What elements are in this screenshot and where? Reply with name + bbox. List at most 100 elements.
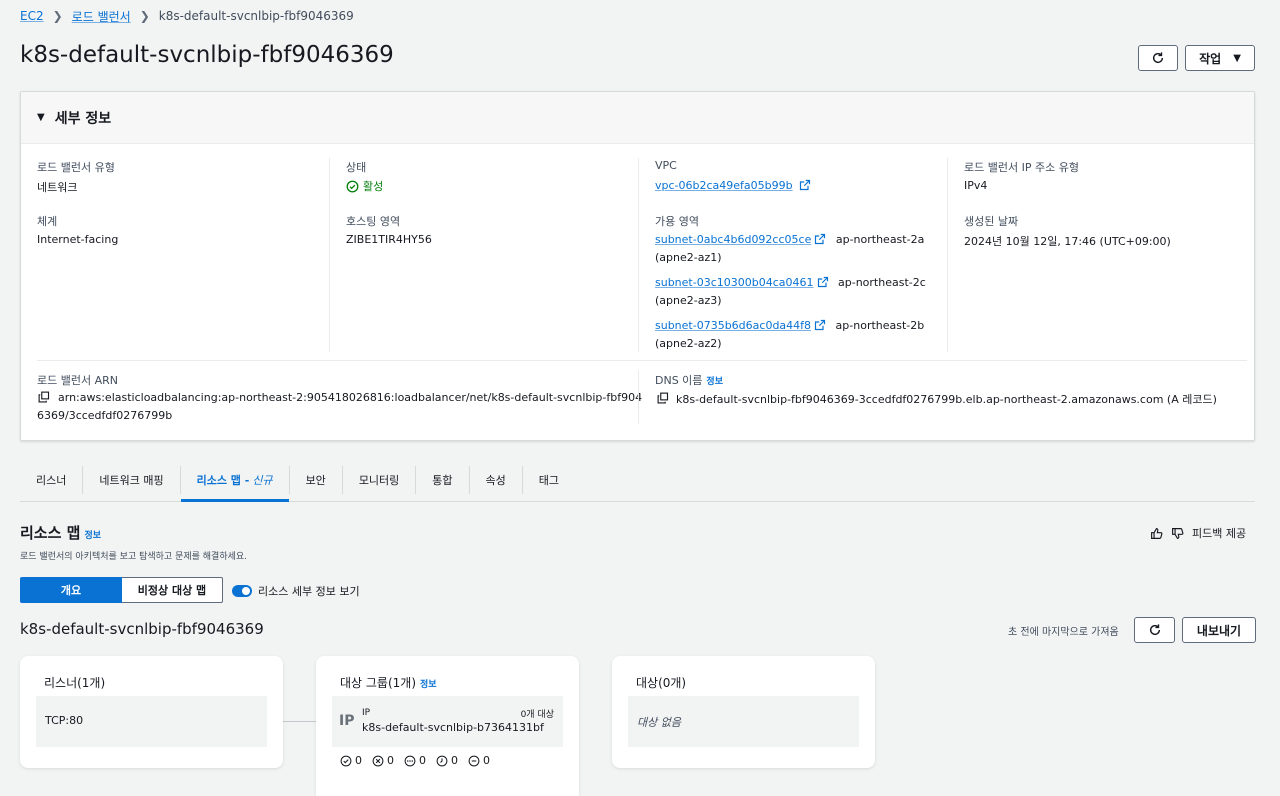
state-label: 상태 (346, 161, 367, 174)
check-circle-icon (346, 180, 359, 192)
subnet-link[interactable]: subnet-03c10300b04ca0461 (655, 276, 814, 289)
subnet-row: subnet-03c10300b04ca0461 ap-northeast-2c (655, 276, 926, 289)
details-panel: ▼ 세부 정보 로드 밸런서 유형 네트워크 체계 Internet-facin… (20, 91, 1255, 441)
new-badge: 신규 (252, 474, 273, 487)
target-group-name: k8s-default-svcnlbip-b7364131bf (362, 721, 544, 734)
subnet-az: (apne2-az3) (655, 294, 722, 307)
refresh-icon (1149, 624, 1160, 636)
x-circle-icon (372, 755, 384, 766)
healthy-count-value: 0 (355, 754, 362, 767)
created-label: 생성된 날짜 (964, 215, 1019, 228)
refresh-icon (1152, 52, 1164, 64)
unhealthy-count-value: 0 (387, 754, 394, 767)
lb-type-value: 네트워크 (37, 181, 78, 194)
dns-value: k8s-default-svcnlbip-fbf9046369-3ccedfdf… (676, 393, 1217, 406)
vpc-link[interactable]: vpc-06b2ca49efa05b99b (655, 179, 793, 192)
subnet-az: (apne2-az2) (655, 337, 722, 350)
tab-security[interactable]: 보안 (290, 466, 343, 494)
page-title: k8s-default-svcnlbip-fbf9046369 (20, 42, 394, 68)
draining-count: 0 (468, 754, 490, 767)
tab-network-mapping[interactable]: 네트워크 매핑 (83, 466, 181, 494)
target-group-item[interactable]: IP IP 0개 대상 k8s-default-svcnlbip-b736413… (332, 696, 563, 747)
lb-type-label: 로드 밸런서 유형 (37, 161, 115, 174)
state-value: 활성 (346, 178, 383, 194)
targets-title: 대상(0개) (636, 676, 687, 690)
refresh-button[interactable] (1138, 45, 1178, 71)
divider (638, 370, 639, 424)
export-button[interactable]: 내보내기 (1182, 617, 1256, 643)
hosted-zone-label: 호스팅 영역 (346, 215, 401, 228)
subnet-row: subnet-0735b6d6ac0da44f8 ap-northeast-2b (655, 319, 924, 332)
pending-count: 0 (436, 754, 458, 767)
check-circle-icon (340, 755, 352, 766)
target-health-summary: 0 0 0 0 0 (340, 754, 490, 767)
unhealthy-count: 0 (372, 754, 394, 767)
breadcrumb-load-balancers[interactable]: 로드 밸런서 (72, 8, 131, 25)
scheme-label: 체계 (37, 215, 58, 228)
ip-target-icon: IP (339, 713, 355, 729)
external-link-icon (817, 276, 828, 288)
overview-button[interactable]: 개요 (20, 577, 122, 603)
arn-line-2: 6369/3ccedfdf0276799b (37, 409, 173, 422)
tab-bar: 리스너 네트워크 매핑 리소스 맵 - 신규 보안 모니터링 통합 속성 태그 (20, 466, 1255, 502)
az-label: 가용 영역 (655, 215, 699, 228)
no-targets-text: 대상 없음 (637, 716, 681, 729)
scheme-value: Internet-facing (37, 233, 119, 246)
target-groups-info-link[interactable]: 정보 (420, 680, 437, 690)
listener-item[interactable]: TCP:80 (36, 696, 267, 747)
created-value: 2024년 10월 12일, 17:46 (UTC+09:00) (964, 235, 1171, 248)
tab-monitoring[interactable]: 모니터링 (343, 466, 417, 494)
listeners-card: 리스너(1개) TCP:80 (20, 656, 283, 768)
actions-label: 작업 (1199, 51, 1222, 66)
resource-details-toggle-row: 리소스 세부 정보 보기 (232, 583, 360, 599)
vpc-value: vpc-06b2ca49efa05b99b (655, 179, 811, 192)
vpc-label: VPC (655, 159, 677, 172)
arn-label: 로드 밸런서 ARN (37, 374, 118, 387)
resource-details-toggle[interactable] (232, 585, 252, 597)
divider (638, 158, 639, 352)
tab-resource-map[interactable]: 리소스 맵 - 신규 (180, 466, 290, 502)
caret-down-icon: ▼ (37, 112, 45, 123)
pending-count-value: 0 (451, 754, 458, 767)
target-groups-title: 대상 그룹(1개) 정보 (340, 674, 437, 691)
tab-attributes[interactable]: 속성 (470, 466, 523, 494)
details-header[interactable]: ▼ 세부 정보 (21, 92, 1254, 144)
divider (329, 158, 330, 352)
subnet-az: (apne2-az1) (655, 251, 722, 264)
ip-type-value: IPv4 (964, 179, 988, 192)
map-lb-name: k8s-default-svcnlbip-fbf9046369 (20, 620, 264, 638)
resource-map-info-link[interactable]: 정보 (84, 531, 101, 541)
subnet-link[interactable]: subnet-0abc4b6d092cc05ce (655, 233, 811, 246)
listeners-title: 리스너(1개) (44, 676, 106, 690)
arn-line-1: arn:aws:elasticloadbalancing:ap-northeas… (58, 391, 643, 404)
clock-icon (436, 755, 448, 766)
chevron-right-icon: ❯ (52, 9, 63, 23)
subnet-zone: ap-northeast-2a (835, 233, 925, 246)
dns-label-text: DNS 이름 (655, 374, 703, 387)
thumbs-up-icon[interactable] (1150, 527, 1163, 540)
listener-label: TCP:80 (45, 714, 84, 727)
hosted-zone-value: ZIBE1TIR4HY56 (346, 233, 432, 246)
ellipsis-circle-icon (404, 755, 416, 766)
actions-button[interactable]: 작업 ▼ (1185, 45, 1255, 71)
tab-listeners[interactable]: 리스너 (20, 466, 84, 494)
thumbs-down-icon[interactable] (1171, 527, 1184, 540)
tab-integrations[interactable]: 통합 (416, 466, 470, 494)
breadcrumb: EC2 ❯ 로드 밸런서 ❯ k8s-default-svcnlbip-fbf9… (20, 8, 354, 24)
targets-empty-box: 대상 없음 (628, 696, 859, 747)
external-link-icon (814, 319, 826, 331)
feedback-link[interactable]: 피드백 제공 (1192, 525, 1246, 541)
dns-label: DNS 이름 정보 (655, 372, 723, 388)
copy-icon[interactable] (657, 392, 669, 404)
tab-tags[interactable]: 태그 (523, 466, 575, 494)
target-groups-card: 대상 그룹(1개) 정보 IP IP 0개 대상 k8s-default-svcn… (316, 656, 579, 796)
copy-icon[interactable] (38, 391, 50, 403)
subnet-zone: ap-northeast-2c (838, 276, 926, 289)
breadcrumb-ec2[interactable]: EC2 (20, 9, 44, 23)
details-title: 세부 정보 (54, 110, 112, 127)
dns-info-link[interactable]: 정보 (706, 377, 723, 387)
state-text: 활성 (363, 180, 384, 193)
subnet-link[interactable]: subnet-0735b6d6ac0da44f8 (655, 319, 811, 332)
unhealthy-target-map-button[interactable]: 비정상 대상 맵 (122, 577, 223, 603)
map-refresh-button[interactable] (1134, 617, 1175, 643)
